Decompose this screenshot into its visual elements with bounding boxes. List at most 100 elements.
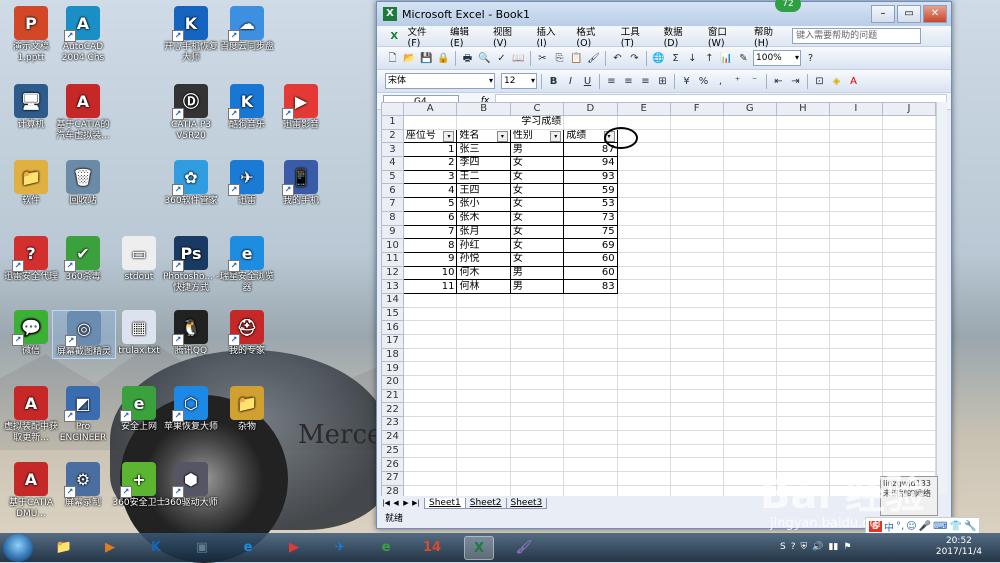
- worksheet-table[interactable]: A B C D E F G H I J 1 学习成绩 2 座位号 ▾ 姓名 ▾ 性别 ▾ 成绩 ▾ 3 1 张三男 87 4 2 李四…: [381, 102, 936, 496]
- zoom-select[interactable]: 100%: [753, 50, 801, 66]
- cell[interactable]: [669, 375, 724, 390]
- cell[interactable]: [616, 224, 671, 240]
- cell[interactable]: [402, 457, 458, 472]
- cell[interactable]: [616, 484, 671, 496]
- taskbar-app[interactable]: e: [234, 536, 262, 558]
- cell[interactable]: [402, 429, 458, 445]
- data-cell[interactable]: 女: [509, 251, 565, 267]
- data-cell[interactable]: 男: [509, 142, 565, 158]
- cell[interactable]: [509, 457, 565, 472]
- cell[interactable]: [881, 265, 936, 281]
- cell[interactable]: [509, 347, 565, 363]
- desktop-icon[interactable]: ✿360软件管家: [160, 160, 222, 207]
- cell[interactable]: [563, 416, 618, 431]
- first-sheet-icon[interactable]: |◀: [381, 499, 391, 507]
- cell[interactable]: [828, 402, 883, 418]
- cell[interactable]: [881, 142, 936, 158]
- cell[interactable]: [563, 292, 618, 308]
- cell[interactable]: [456, 388, 511, 404]
- data-cell[interactable]: 女: [509, 224, 565, 240]
- cell[interactable]: [509, 484, 565, 496]
- cell[interactable]: [509, 292, 565, 308]
- cell[interactable]: [669, 470, 724, 486]
- row-header[interactable]: 8: [381, 210, 404, 226]
- cell[interactable]: [775, 388, 830, 404]
- ime-item[interactable]: °,: [896, 521, 904, 532]
- data-cell[interactable]: 王四: [456, 183, 511, 199]
- cell[interactable]: [616, 320, 671, 335]
- taskbar-app[interactable]: K: [142, 536, 170, 558]
- data-cell[interactable]: 8: [402, 238, 458, 253]
- desktop-icon[interactable]: AAutoCAD 2004 Chs: [52, 6, 114, 64]
- cell[interactable]: [616, 470, 671, 486]
- row-header[interactable]: 17: [381, 334, 404, 349]
- data-cell[interactable]: 2: [402, 156, 458, 171]
- data-cell[interactable]: 11: [402, 279, 458, 294]
- row-header[interactable]: 22: [381, 402, 404, 418]
- cell[interactable]: [775, 169, 830, 185]
- prev-sheet-icon[interactable]: ◀: [391, 499, 401, 507]
- cell[interactable]: [722, 128, 777, 144]
- cell[interactable]: [828, 361, 883, 377]
- cell[interactable]: [775, 429, 830, 445]
- cell[interactable]: [722, 375, 777, 390]
- cell[interactable]: [775, 292, 830, 308]
- cell[interactable]: [669, 484, 724, 496]
- cell[interactable]: [828, 251, 883, 267]
- cell[interactable]: [402, 334, 458, 349]
- security-icon[interactable]: ⛨: [801, 542, 808, 552]
- help-search-input[interactable]: 键入需要帮助的问题: [792, 28, 921, 44]
- cell[interactable]: [563, 320, 618, 335]
- ime-item[interactable]: 🎤: [919, 521, 931, 532]
- cell[interactable]: [722, 429, 777, 445]
- cell[interactable]: [828, 128, 883, 144]
- cell[interactable]: [722, 238, 777, 253]
- data-cell[interactable]: 何林: [456, 279, 511, 294]
- cell[interactable]: [456, 443, 511, 459]
- cell[interactable]: [669, 361, 724, 377]
- cell[interactable]: [456, 320, 511, 335]
- cell[interactable]: [616, 429, 671, 445]
- sort-asc-icon[interactable]: ↓: [685, 51, 700, 66]
- paste-icon[interactable]: 📋: [569, 51, 584, 66]
- desktop-icon[interactable]: ✈迅雷: [216, 160, 278, 207]
- row-header[interactable]: 9: [381, 224, 404, 240]
- desktop-icon[interactable]: e瑞星安全浏览器: [216, 236, 278, 294]
- autofilter-dropdown-icon[interactable]: ▾: [443, 131, 455, 142]
- cell[interactable]: [881, 416, 936, 431]
- cell[interactable]: [563, 429, 618, 445]
- desktop-icon[interactable]: A 基于CATIA的汽车虚拟装...: [52, 84, 114, 142]
- column-header[interactable]: D: [563, 102, 618, 116]
- cell[interactable]: [509, 388, 565, 404]
- cell[interactable]: [616, 251, 671, 267]
- data-cell[interactable]: 女: [509, 197, 565, 212]
- format-painter-icon[interactable]: 🖌: [586, 51, 601, 66]
- data-cell[interactable]: 5: [402, 197, 458, 212]
- next-sheet-icon[interactable]: ▶: [401, 499, 411, 507]
- cell[interactable]: [669, 238, 724, 253]
- data-cell[interactable]: 何木: [456, 265, 511, 281]
- ime-item[interactable]: 🔧: [964, 521, 976, 532]
- print-icon[interactable]: 🖶: [460, 51, 475, 66]
- title-cell[interactable]: 学习成绩: [456, 115, 565, 130]
- menu-item[interactable]: 插入(I): [530, 24, 570, 49]
- row-header[interactable]: 27: [381, 470, 404, 486]
- cell[interactable]: [775, 347, 830, 363]
- cell[interactable]: [881, 279, 936, 294]
- help-tray-icon[interactable]: ?: [791, 542, 796, 552]
- data-cell[interactable]: 60: [563, 265, 618, 281]
- data-cell[interactable]: 73: [563, 210, 618, 226]
- cell[interactable]: [775, 128, 830, 144]
- autofilter-dropdown-icon[interactable]: ▾: [496, 131, 508, 142]
- cell[interactable]: [722, 115, 777, 130]
- cell[interactable]: [402, 470, 458, 486]
- column-header[interactable]: C: [509, 102, 565, 116]
- vertical-scrollbar[interactable]: [936, 102, 947, 494]
- cell[interactable]: [402, 402, 458, 418]
- cell[interactable]: [881, 197, 936, 212]
- cell[interactable]: [775, 375, 830, 390]
- cell[interactable]: [828, 429, 883, 445]
- taskbar-app[interactable]: 🖌: [510, 536, 538, 558]
- cell[interactable]: [456, 334, 511, 349]
- data-cell[interactable]: 69: [563, 238, 618, 253]
